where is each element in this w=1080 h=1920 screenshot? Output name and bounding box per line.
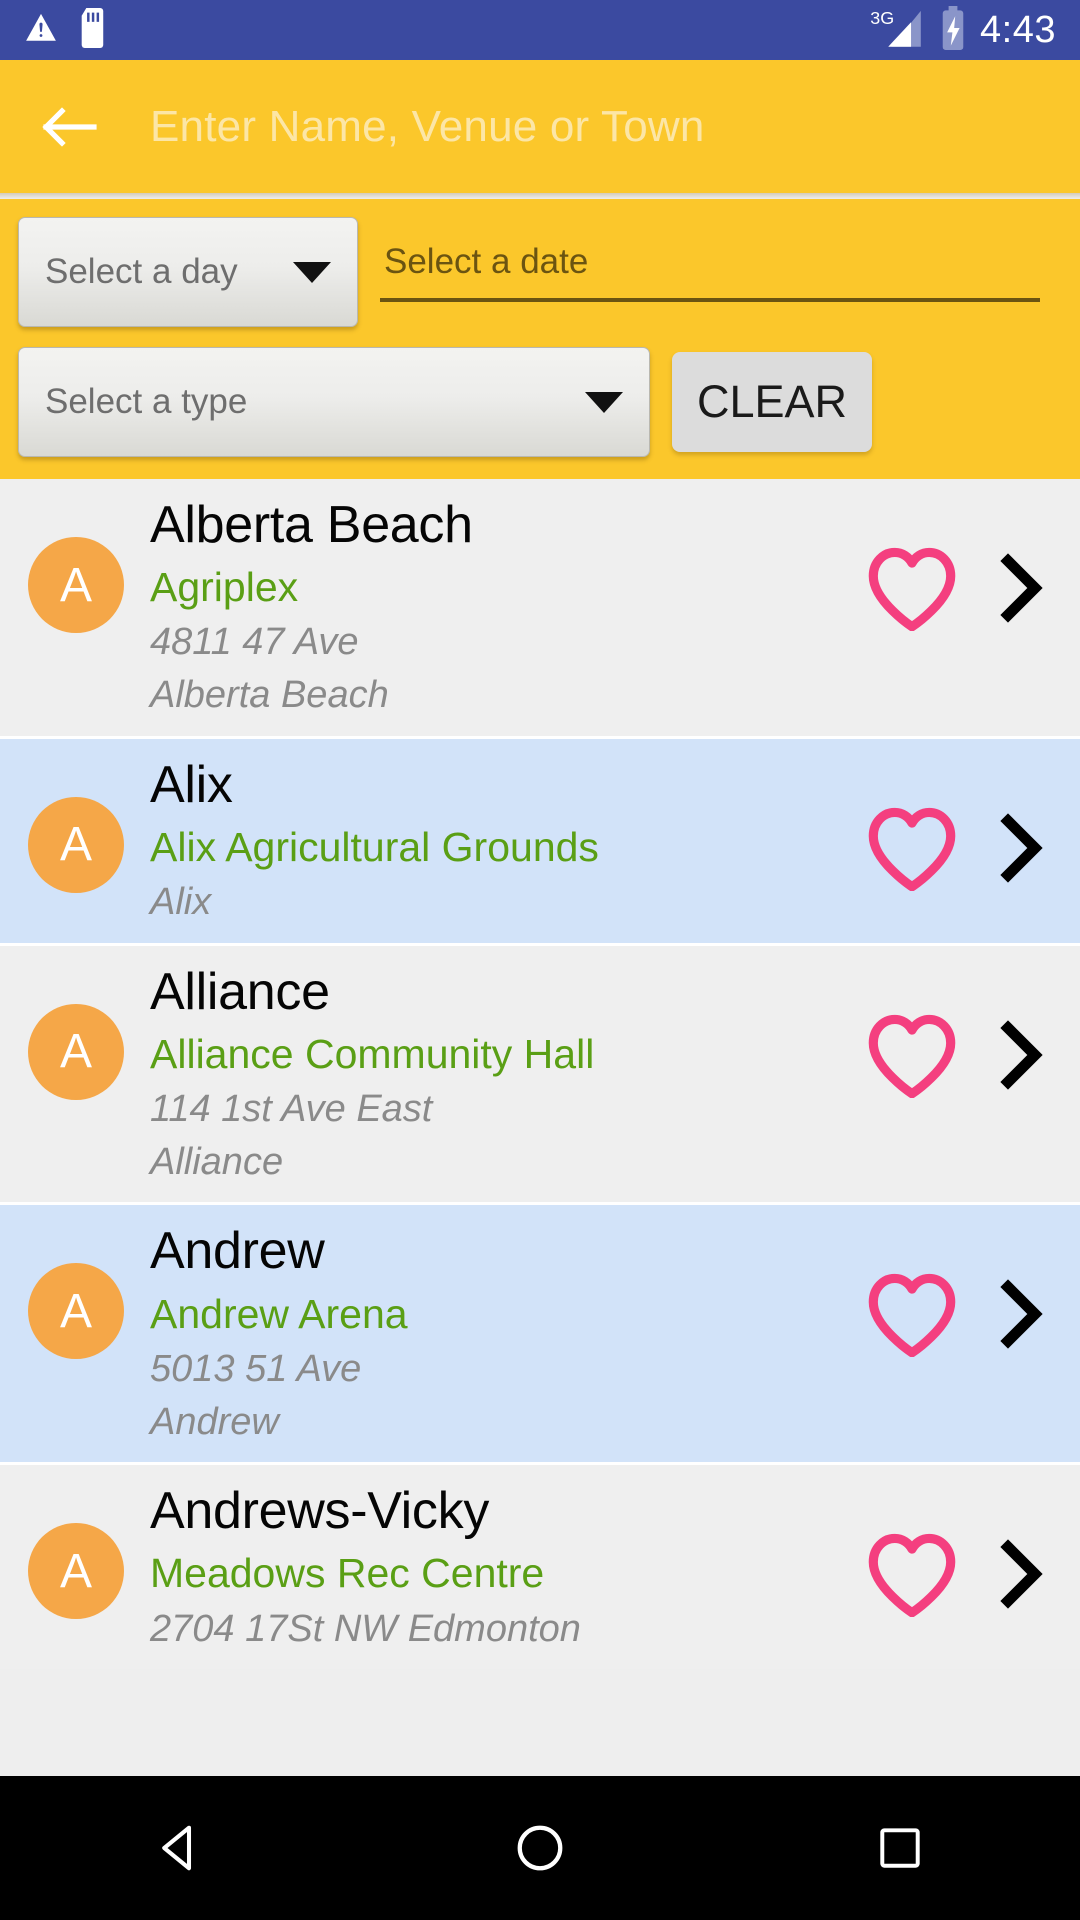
select-day-spinner[interactable]: Select a day <box>18 217 358 327</box>
list-item-title: Andrews-Vicky <box>150 1482 490 1541</box>
list-item[interactable]: A Andrews-Vicky Meadows Rec Centre 2704 17S… <box>0 1465 1080 1670</box>
list-item-body: Andrew Andrew Arena 5013 51 Ave Andrew <box>124 1219 866 1446</box>
chevron-right-icon[interactable] <box>992 1538 1048 1610</box>
select-date-input[interactable]: Select a date <box>380 217 1062 327</box>
list-item-body: Andrews-Vicky Meadows Rec Centre 2704 17St… <box>124 1479 866 1653</box>
list-item-actions <box>866 1479 1080 1618</box>
svg-text:3G: 3G <box>870 7 894 27</box>
heart-outline-icon[interactable] <box>866 805 958 891</box>
avatar: A <box>28 796 124 893</box>
list-item[interactable]: A Alliance Alliance Community Hall 114 1st … <box>0 945 1080 1203</box>
list-item-actions <box>866 753 1080 891</box>
select-type-spinner[interactable]: Select a type <box>18 347 650 457</box>
list-item-title: Andrew <box>150 1222 325 1281</box>
list-item-address-line2: Alberta Beach <box>150 674 389 717</box>
list-item-body: Alix Alix Agricultural Grounds Alix <box>124 753 866 927</box>
list-item-title: Alberta Beach <box>150 496 473 554</box>
search-input[interactable]: Enter Name, Venue or Town <box>150 102 1046 152</box>
results-list[interactable]: A Alberta Beach Agriplex 4811 47 Ave Alberta… <box>0 479 1080 1670</box>
list-item-body: Alliance Alliance Community Hall 114 1st A… <box>124 960 866 1187</box>
heart-outline-icon[interactable] <box>866 1012 958 1099</box>
nav-back-triangle-icon[interactable] <box>90 1776 270 1920</box>
list-item-address-line1: Alix <box>150 881 212 924</box>
list-item-venue: Alliance Community Hall <box>150 1030 595 1077</box>
app-screen: 3G 4:43 Enter Name, Venue or Town Select… <box>0 0 1080 1920</box>
avatar: A <box>28 537 124 633</box>
chevron-right-icon[interactable] <box>992 1019 1048 1091</box>
status-bar-right-icons: 3G 4:43 <box>870 0 1056 60</box>
list-item-address-line1: 2704 17St NW Edmonton <box>150 1607 581 1650</box>
battery-charging-icon <box>938 5 968 55</box>
list-item-venue: Alix Agricultural Grounds <box>150 823 599 870</box>
heart-outline-icon[interactable] <box>866 1531 958 1618</box>
select-date-label: Select a date <box>384 242 589 281</box>
list-item[interactable]: A Andrew Andrew Arena 5013 51 Ave Andrew <box>0 1205 1080 1463</box>
nav-recents-square-icon[interactable] <box>810 1776 990 1920</box>
heart-outline-icon[interactable] <box>866 1271 958 1358</box>
list-item-address-line1: 114 1st Ave East <box>150 1088 433 1131</box>
list-item-title: Alix <box>150 755 233 814</box>
chevron-right-icon[interactable] <box>992 812 1048 884</box>
list-item-venue: Andrew Arena <box>150 1290 408 1337</box>
chevron-down-icon <box>585 391 623 413</box>
chevron-right-icon[interactable] <box>992 552 1048 624</box>
back-arrow-icon[interactable] <box>34 91 106 163</box>
select-date-underline <box>380 298 1040 302</box>
search-toolbar: Enter Name, Venue or Town <box>0 60 1080 193</box>
system-navigation-bar <box>0 1776 1080 1920</box>
filter-row-type-clear: Select a type CLEAR <box>18 347 1062 457</box>
avatar: A <box>28 1523 124 1620</box>
avatar: A <box>28 1003 124 1100</box>
list-item[interactable]: A Alberta Beach Agriplex 4811 47 Ave Alberta… <box>0 479 1080 736</box>
chevron-right-icon[interactable] <box>992 1278 1048 1350</box>
list-item-actions <box>866 493 1080 632</box>
list-item-address-line2: Alliance <box>150 1140 284 1183</box>
filter-row-day-date: Select a day Select a date <box>18 217 1062 327</box>
status-bar-left-icons <box>24 7 108 53</box>
sd-card-icon <box>80 7 108 53</box>
list-item-actions <box>866 960 1080 1099</box>
chevron-down-icon <box>293 261 331 283</box>
list-item-actions <box>866 1219 1080 1358</box>
select-day-label: Select a day <box>45 252 238 291</box>
nav-home-circle-icon[interactable] <box>450 1776 630 1920</box>
list-item[interactable]: A Alix Alix Agricultural Grounds Alix <box>0 738 1080 943</box>
heart-outline-icon[interactable] <box>866 545 958 632</box>
warning-triangle-icon <box>24 11 58 50</box>
list-item-address-line2: Andrew <box>150 1400 279 1443</box>
list-item-venue: Meadows Rec Centre <box>150 1550 545 1597</box>
avatar: A <box>28 1263 124 1360</box>
filter-panel: Select a day Select a date Select a type… <box>0 199 1080 479</box>
status-bar: 3G 4:43 <box>0 0 1080 60</box>
list-item-address-line1: 4811 47 Ave <box>150 621 359 664</box>
list-item-address-line1: 5013 51 Ave <box>150 1347 362 1390</box>
select-type-label: Select a type <box>45 382 248 421</box>
list-item-venue: Agriplex <box>150 564 299 611</box>
status-bar-clock: 4:43 <box>980 9 1056 51</box>
signal-3g-icon: 3G <box>870 6 926 55</box>
list-item-title: Alliance <box>150 962 330 1021</box>
clear-button[interactable]: CLEAR <box>672 352 872 452</box>
list-item-body: Alberta Beach Agriplex 4811 47 Ave Alberta … <box>124 493 866 720</box>
